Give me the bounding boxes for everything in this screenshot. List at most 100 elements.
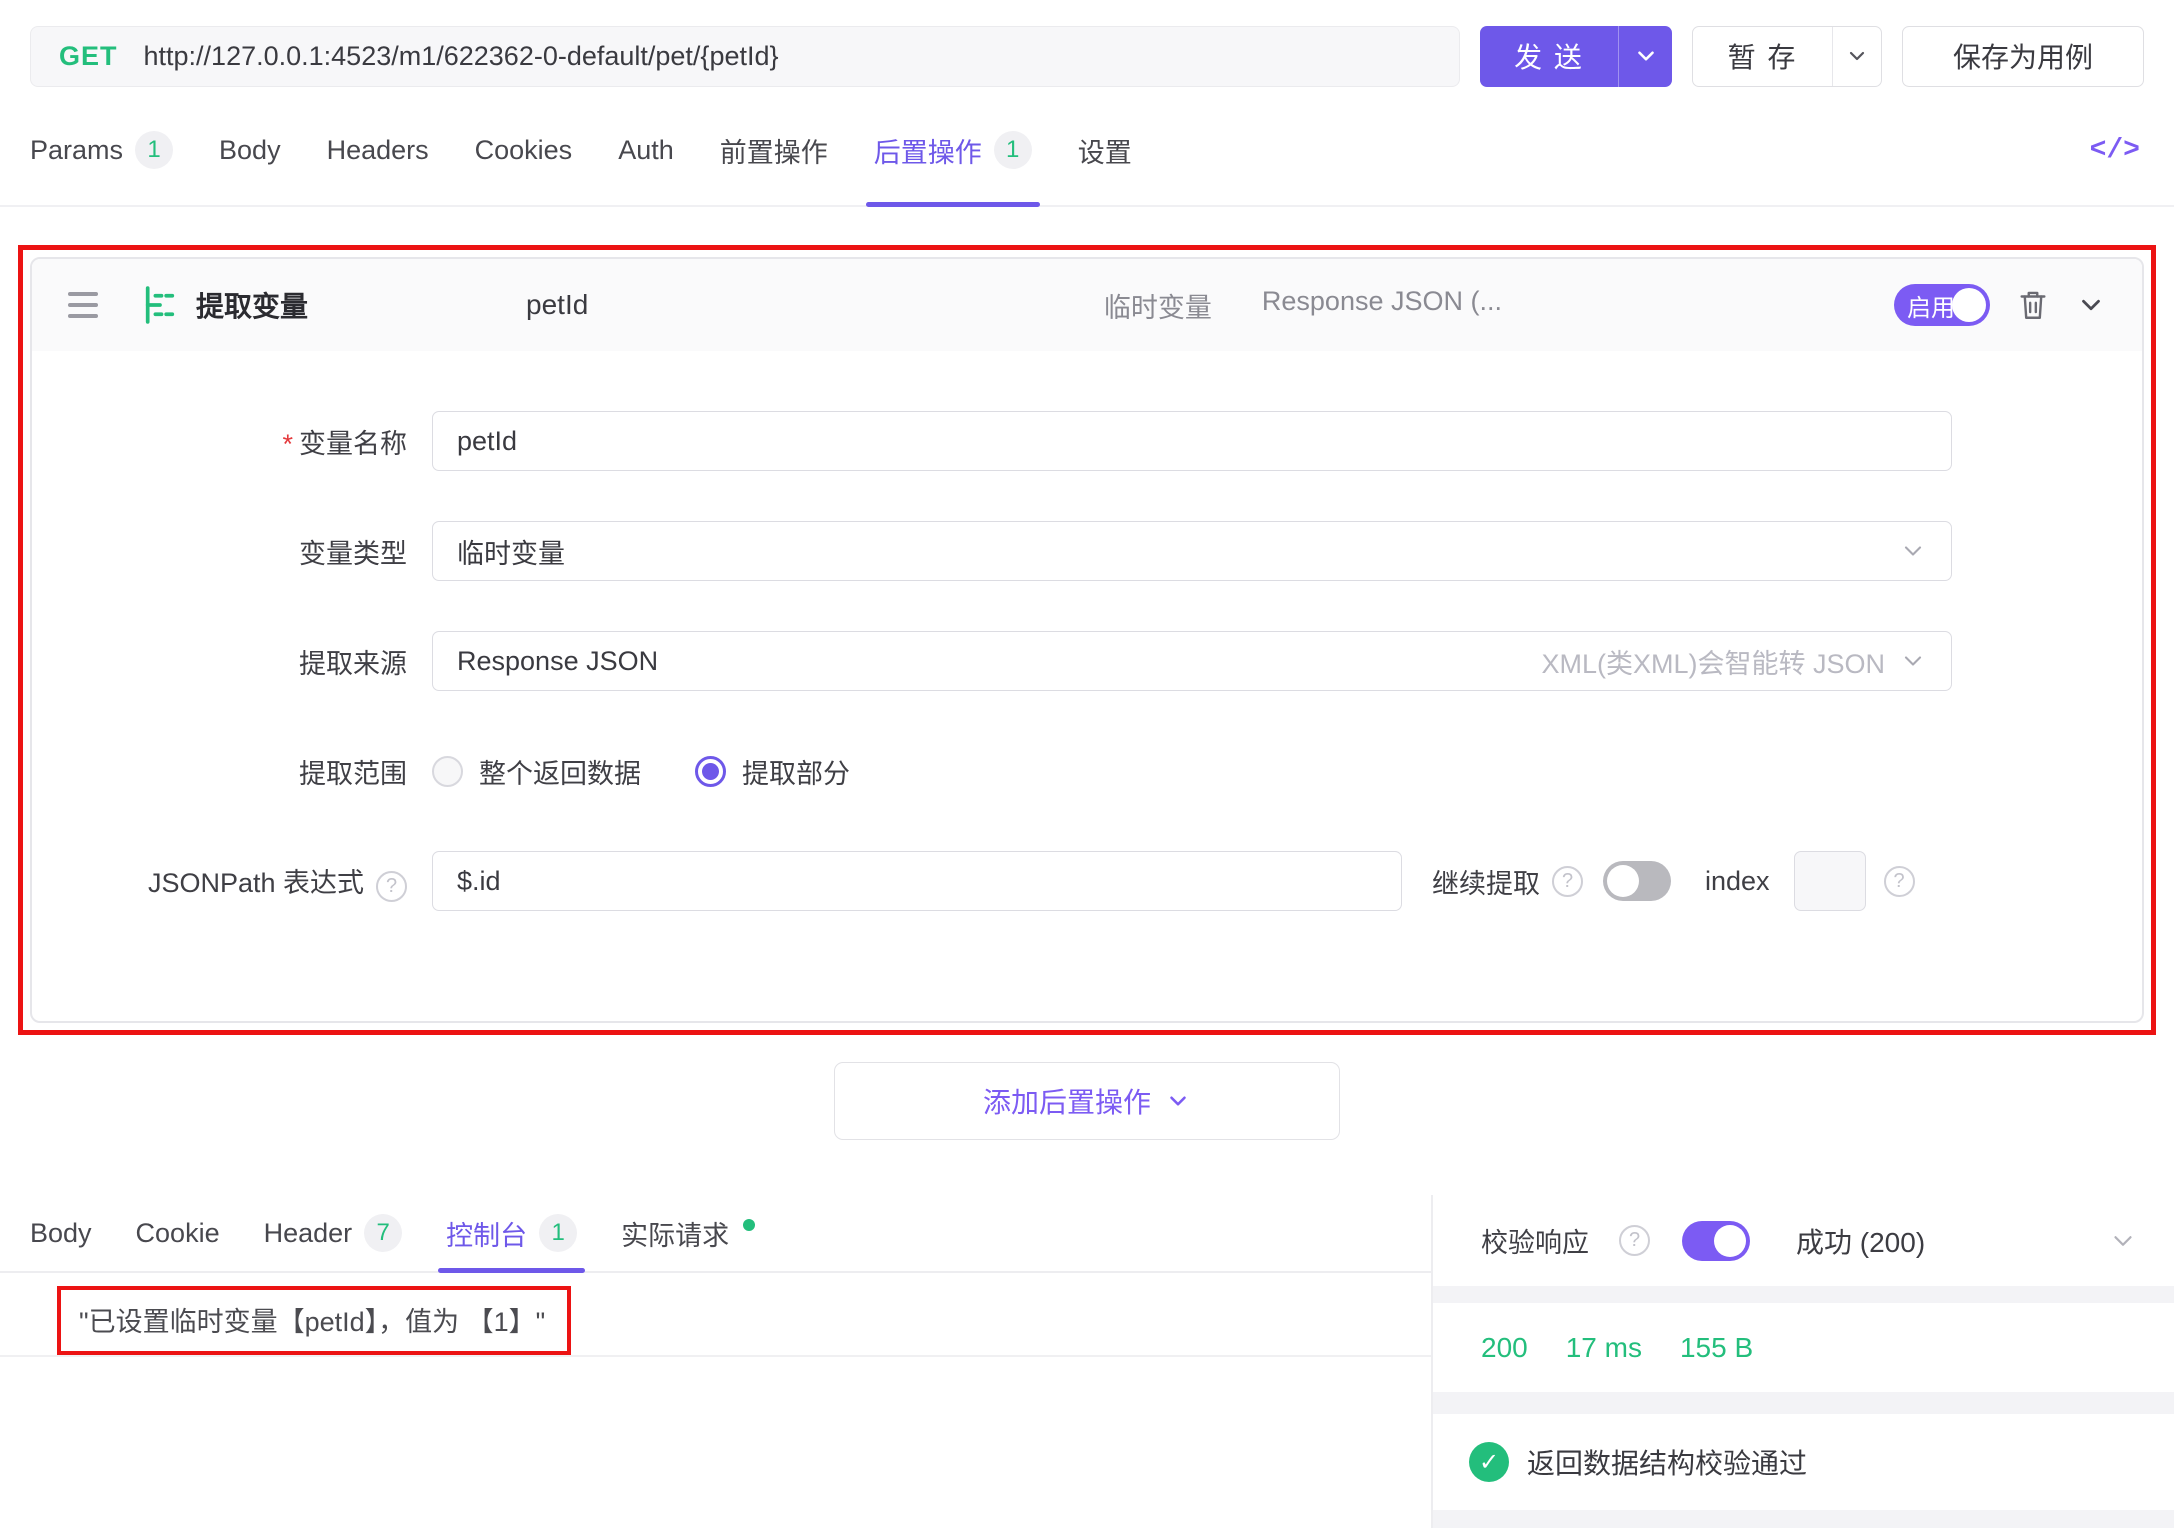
tab-body[interactable]: Body (219, 95, 281, 205)
tab-label: 实际请求 (621, 1214, 729, 1253)
radio-circle (432, 756, 463, 787)
tab-headers[interactable]: Headers (327, 95, 429, 205)
continue-extract-label: 继续提取? (1432, 862, 1583, 901)
summary-variable-type: 临时变量 (1104, 286, 1212, 325)
extract-card-controls: 启用 (1894, 284, 2106, 326)
toggle-knob (1714, 1225, 1746, 1257)
source-hint-text: XML(类XML)会智能转 JSON (1541, 642, 1885, 681)
send-dropdown-button[interactable] (1618, 26, 1672, 87)
code-icon[interactable]: </> (2090, 135, 2140, 166)
collapse-chevron-icon[interactable] (2076, 290, 2106, 320)
jsonpath-row: JSONPath 表达式? $.id 继续提取? index ? (32, 851, 2142, 911)
tab-label: Cookies (475, 135, 573, 166)
radio-circle-checked (695, 756, 726, 787)
chevron-down-icon (1165, 1088, 1191, 1114)
response-size: 155 B (1680, 1332, 1753, 1364)
tab-label: Cookie (136, 1218, 220, 1249)
tab-header[interactable]: Header7 (264, 1195, 403, 1271)
scope-radio-part[interactable]: 提取部分 (695, 752, 850, 791)
tab-badge: 1 (135, 131, 173, 169)
tab-badge: 1 (539, 1214, 577, 1252)
summary-source: Response JSON (... (1262, 286, 1502, 325)
schema-validation-row: ✓ 返回数据结构校验通过 (1433, 1414, 2174, 1510)
extract-card-header[interactable]: 提取变量 petId 临时变量 Response JSON (... 启用 (32, 259, 2142, 351)
tab-settings[interactable]: 设置 (1078, 95, 1132, 205)
help-icon[interactable]: ? (1619, 1225, 1650, 1256)
tab-auth[interactable]: Auth (618, 95, 674, 205)
variable-type-select[interactable]: 临时变量 (432, 521, 1952, 581)
extract-card-summary: 临时变量 Response JSON (... (1104, 286, 1502, 325)
help-icon[interactable]: ? (1552, 866, 1583, 897)
chevron-down-icon (1899, 537, 1927, 565)
help-icon[interactable]: ? (376, 871, 407, 902)
jsonpath-label: JSONPath 表达式? (32, 861, 407, 902)
request-tabs: Params 1 Body Headers Cookies Auth 前置操作 后置操作1 设置 (30, 95, 1132, 205)
response-time: 17 ms (1566, 1332, 1642, 1364)
add-action-area: 添加后置操作 (0, 1062, 2174, 1140)
stash-button-label[interactable]: 暂 存 (1693, 27, 1832, 86)
index-input[interactable] (1794, 851, 1866, 911)
extract-scope-label: 提取范围 (32, 752, 407, 791)
annotation-rect-main: 提取变量 petId 临时变量 Response JSON (... 启用 (18, 245, 2156, 1035)
extract-card-title: 提取变量 (196, 285, 308, 325)
extract-source-label: 提取来源 (32, 642, 407, 681)
tab-pre-actions[interactable]: 前置操作 (720, 95, 828, 205)
variable-name-input[interactable]: petId (432, 411, 1952, 471)
toggle-knob (1607, 865, 1639, 897)
request-bar: GET http://127.0.0.1:4523/m1/622362-0-de… (0, 0, 2174, 95)
tab-label: 控制台 (446, 1214, 527, 1253)
response-tabbar: Body Cookie Header7 控制台 1 实际请求 (0, 1195, 1431, 1273)
stash-button[interactable]: 暂 存 (1692, 26, 1882, 87)
index-label: index (1705, 866, 1770, 897)
collapse-chevron-icon[interactable] (2108, 1226, 2138, 1256)
send-button-label[interactable]: 发 送 (1480, 26, 1618, 87)
add-post-action-button[interactable]: 添加后置操作 (834, 1062, 1340, 1140)
extract-source-row: 提取来源 Response JSON XML(类XML)会智能转 JSON (32, 631, 2142, 691)
send-button[interactable]: 发 送 (1480, 26, 1672, 87)
validate-response-label: 校验响应 (1481, 1221, 1589, 1260)
tab-params[interactable]: Params 1 (30, 95, 173, 205)
enable-toggle-label: 启用 (1907, 288, 1955, 323)
drag-handle-icon[interactable] (68, 292, 98, 318)
tab-post-actions[interactable]: 后置操作1 (874, 95, 1032, 205)
validate-response-panel: 校验响应 ? 成功 (200) 200 17 ms 155 B ✓ 返回数据结构… (1433, 1195, 2174, 1528)
response-tabs: Body Cookie Header7 控制台 1 实际请求 (30, 1195, 755, 1271)
extract-source-select[interactable]: Response JSON XML(类XML)会智能转 JSON (432, 631, 1952, 691)
tab-label: Header (264, 1218, 353, 1249)
required-star: * (282, 429, 293, 459)
continue-extract-toggle[interactable] (1603, 861, 1671, 901)
chevron-down-icon (1899, 647, 1927, 675)
tab-cookies[interactable]: Cookies (475, 95, 573, 205)
response-area: Body Cookie Header7 控制台 1 实际请求 "已设置临时变量【petId… (0, 1195, 2174, 1528)
validate-response-header: 校验响应 ? 成功 (200) (1433, 1195, 2174, 1286)
tab-label: Params (30, 135, 123, 166)
check-circle-icon: ✓ (1469, 1442, 1509, 1482)
extract-scope-row: 提取范围 整个返回数据 提取部分 (32, 741, 2142, 801)
stash-dropdown-button[interactable] (1832, 27, 1881, 86)
validate-response-toggle[interactable] (1682, 1221, 1750, 1261)
green-dot-icon (743, 1219, 755, 1231)
tab-cookie[interactable]: Cookie (136, 1195, 220, 1271)
extract-card-variable-name: petId (526, 289, 588, 321)
api-tool-window: GET http://127.0.0.1:4523/m1/622362-0-de… (0, 0, 2174, 1528)
tab-body[interactable]: Body (30, 1195, 92, 1271)
url-text: http://127.0.0.1:4523/m1/622362-0-defaul… (144, 41, 779, 72)
tab-label: 前置操作 (720, 131, 828, 170)
toggle-knob (1952, 288, 1986, 322)
enable-toggle[interactable]: 启用 (1894, 284, 1990, 326)
variable-type-row: 变量类型 临时变量 (32, 521, 2142, 581)
help-icon[interactable]: ? (1884, 866, 1915, 897)
variable-name-label: *变量名称 (32, 422, 407, 461)
scope-radio-whole[interactable]: 整个返回数据 (432, 752, 641, 791)
annotation-rect-console: "已设置临时变量【petId】，值为 【1】" (57, 1286, 571, 1355)
jsonpath-input[interactable]: $.id (432, 851, 1402, 911)
response-status-text: 成功 (200) (1796, 1221, 1925, 1261)
tab-console[interactable]: 控制台 1 (446, 1195, 577, 1271)
response-metrics-row: 200 17 ms 155 B (1433, 1303, 2174, 1392)
tab-actual-request[interactable]: 实际请求 (621, 1195, 755, 1271)
url-input[interactable]: GET http://127.0.0.1:4523/m1/622362-0-de… (30, 26, 1460, 87)
tab-label: Auth (618, 135, 674, 166)
delete-icon[interactable] (2016, 288, 2050, 322)
schema-validation-text: 返回数据结构校验通过 (1527, 1442, 1807, 1482)
save-as-case-button[interactable]: 保存为用例 (1902, 26, 2144, 87)
